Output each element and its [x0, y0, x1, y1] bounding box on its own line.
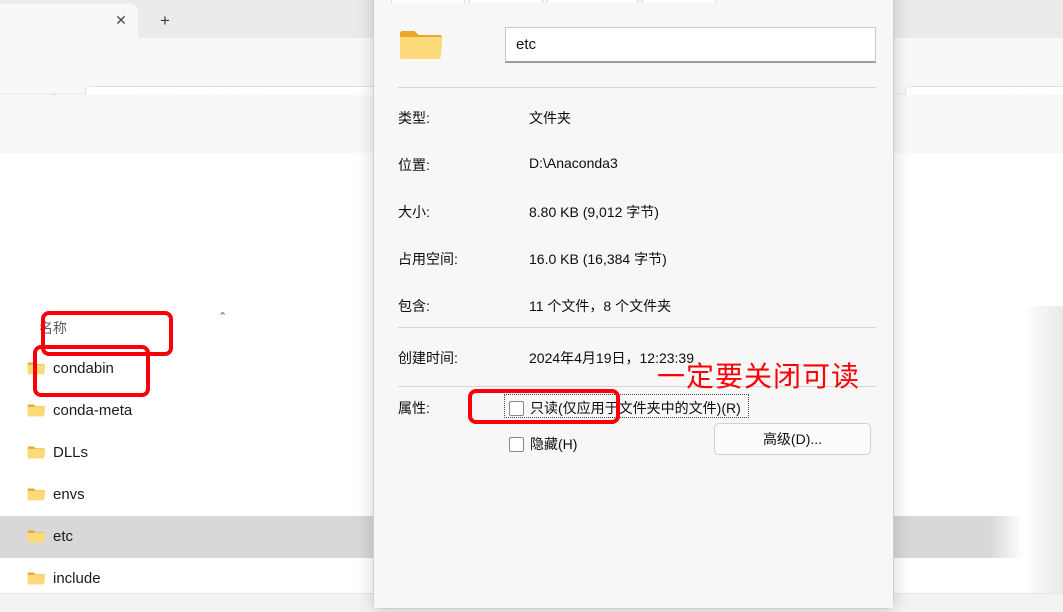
property-label: 位置: [398, 157, 430, 173]
hidden-checkbox[interactable]: 隐藏(H) [509, 434, 577, 454]
chevron-up-icon: ⌃ [218, 311, 228, 323]
property-value: D:\Anaconda3 [529, 155, 618, 171]
checkbox-box-hidden[interactable] [509, 436, 524, 452]
property-row: 包含: 11 个文件，8 个文件夹 [398, 296, 876, 318]
property-label: 占用空间: [398, 251, 458, 267]
folder-properties-dialog: 常规安全以前的版本自定义 etc 类型:文件夹位置:D:\Anaconda3大小… [373, 0, 894, 609]
property-value: 16.0 KB (16,384 字节) [529, 251, 667, 267]
file-name-label: conda-meta [53, 402, 133, 419]
folder-icon [27, 445, 46, 460]
folder-icon [27, 571, 46, 586]
folder-icon [398, 27, 443, 63]
readonly-label: 只读(仅应用于文件夹中的文件)(R) [530, 400, 741, 416]
file-name-label: DLLs [53, 444, 89, 461]
annotation-note: 一定要关闭可读 [657, 361, 861, 392]
checkbox-box-readonly[interactable] [509, 400, 524, 416]
readonly-checkbox[interactable]: 只读(仅应用于文件夹中的文件)(R) [509, 398, 741, 418]
property-row: 大小: 8.80 KB (9,012 字节) [398, 202, 876, 224]
attributes-label: 属性: [398, 400, 430, 416]
folder-name-value: etc [516, 36, 537, 53]
plus-icon[interactable]: + [152, 8, 178, 32]
divider-top [398, 87, 876, 88]
dialog-body: etc 类型: 文件夹位置: D:\Anaconda3 大小: 8.80 KB (9,0… [374, 3, 893, 608]
property-value: 文件夹 [529, 110, 571, 126]
file-name-label: condabin [53, 360, 114, 377]
file-name-label: etc [53, 528, 74, 545]
advanced-button[interactable]: 高级(D)... [714, 423, 871, 455]
folder-icon [27, 361, 46, 376]
folder-icon [27, 529, 46, 544]
property-label: 包含: [398, 298, 430, 314]
property-row: 位置: D:\Anaconda3 [398, 155, 876, 177]
property-value: 11 个文件，8 个文件夹 [529, 298, 672, 314]
hidden-label: 隐藏(H) [530, 436, 578, 452]
folder-icon [27, 403, 46, 418]
property-label: 类型: [398, 110, 430, 126]
folder-name-input[interactable]: etc [505, 27, 876, 63]
file-name-label: envs [53, 486, 85, 503]
divider-middle [398, 327, 876, 328]
property-row: 占用空间: 16.0 KB (16,384 字节) [398, 249, 876, 271]
property-value: 8.80 KB (9,012 字节) [529, 204, 659, 220]
property-label: 大小: [398, 204, 430, 220]
column-header-name[interactable]: 名称 [39, 318, 67, 338]
screen: ✕ + › 此电脑 › 本地磁盘 ( [0, 0, 1063, 612]
folder-icon [27, 487, 46, 502]
created-label: 创建时间: [398, 350, 458, 366]
close-icon[interactable]: ✕ [110, 9, 132, 31]
property-row: 类型: 文件夹 [398, 108, 876, 130]
